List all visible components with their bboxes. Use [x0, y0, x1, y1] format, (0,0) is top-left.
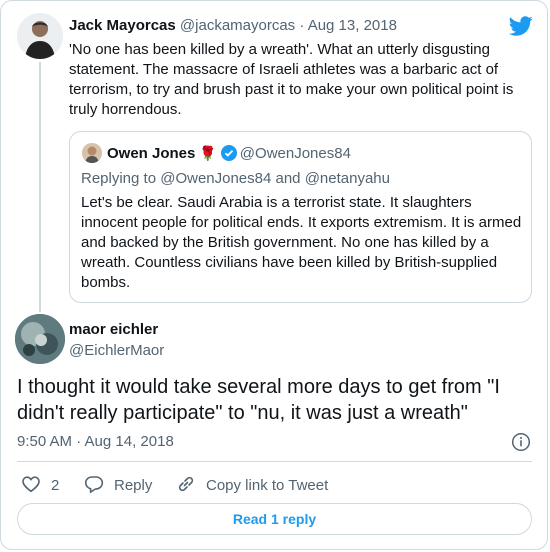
thread-connector-line	[39, 62, 41, 312]
quoted-text: Let's be clear. Saudi Arabia is a terror…	[81, 194, 522, 291]
link-icon	[178, 476, 194, 492]
separator: ·	[299, 17, 305, 34]
verified-badge-icon	[220, 145, 237, 165]
read-replies-button[interactable]: Read 1 reply	[17, 503, 532, 535]
author-handle[interactable]: @EichlerMaor	[69, 342, 164, 359]
quoted-tweet[interactable]: Owen Jones 🌹 @OwenJones84 Replying to @Owe…	[69, 131, 532, 303]
like-button[interactable]: 2	[21, 474, 59, 494]
quoted-avatar	[82, 143, 102, 163]
author-name[interactable]: maor eichler	[69, 321, 158, 338]
like-count: 2	[51, 477, 60, 494]
reply-button[interactable]: Reply	[84, 474, 152, 494]
quoted-header: Owen Jones 🌹 @OwenJones84	[107, 145, 351, 165]
divider	[17, 461, 532, 462]
rose-emoji: 🌹	[199, 145, 217, 161]
tweet1-text: 'No one has been killed by a wreath'. Wh…	[69, 41, 514, 118]
copy-link-label: Copy link to Tweet	[206, 477, 329, 494]
info-icon[interactable]	[511, 432, 531, 452]
reply-bubble-icon	[84, 476, 104, 494]
tweet1-header: Jack Mayorcas @jackamayorcas · Aug 13, 2…	[69, 17, 397, 34]
replying-to: Replying to @OwenJones84 and @netanyahu	[81, 170, 390, 187]
tweet-timestamp[interactable]: 9:50 AM · Aug 14, 2018	[17, 433, 174, 450]
tweet-date[interactable]: Aug 13, 2018	[308, 17, 397, 34]
heart-icon	[22, 476, 40, 493]
quoted-handle[interactable]: @OwenJones84	[240, 145, 351, 162]
quoted-author-name[interactable]: Owen Jones	[107, 145, 195, 162]
author-name[interactable]: Jack Mayorcas	[69, 17, 176, 34]
twitter-bird-icon[interactable]	[509, 14, 533, 38]
avatar[interactable]	[17, 13, 63, 59]
copy-link-button[interactable]: Copy link to Tweet	[176, 474, 328, 494]
tweet-text: I thought it would take several more day…	[17, 376, 500, 424]
author-handle[interactable]: @jackamayorcas	[180, 17, 295, 34]
reply-label: Reply	[114, 477, 153, 494]
avatar[interactable]	[15, 314, 65, 364]
